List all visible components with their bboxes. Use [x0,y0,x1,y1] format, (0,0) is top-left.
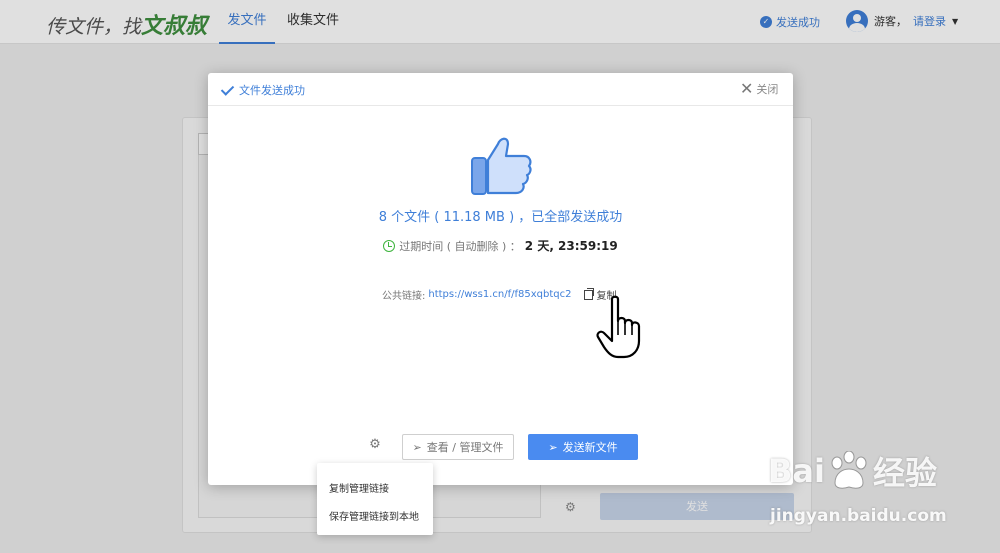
hand-pointer-icon [596,295,641,359]
watermark-url: jingyan.baidu.com [770,506,947,526]
manage-files-button[interactable]: ➢ 查看 / 管理文件 [402,434,514,460]
modal-title-text: 文件发送成功 [239,84,305,97]
clock-icon [383,239,396,252]
expire-label: 过期时间 ( 自动删除 ) ： [399,239,521,253]
expire-info: 过期时间 ( 自动删除 ) ： 2 天, 23:59:19 [208,237,793,254]
check-icon [222,84,234,96]
public-link-row: 公共链接: https://wss1.cn/f/f85xqbtqc2 复制 [382,287,616,302]
baidu-watermark: Bai 经验 [768,448,937,494]
manage-files-label: 查看 / 管理文件 [426,441,504,454]
modal-header: 文件发送成功 ✕ 关闭 [208,73,793,106]
close-icon: ✕ [740,79,754,98]
menu-item-save-manage-link[interactable]: 保存管理链接到本地 [329,508,419,523]
paper-plane-icon: ➢ [412,440,422,454]
paw-icon [831,451,867,489]
gear-icon[interactable]: ⚙ [368,438,382,452]
public-link-label: 公共链接: [382,291,426,302]
watermark-brand-cn: 经验 [872,454,937,492]
send-summary: 8 个文件 ( 11.18 MB ) ，已全部发送成功 [378,210,623,225]
thumbs-up-icon [471,137,532,195]
watermark-brand: Bai [768,452,825,490]
expire-value: 2 天, 23:59:19 [524,239,618,253]
close-label: 关闭 [756,83,779,96]
menu-item-copy-manage-link[interactable]: 复制管理链接 [329,480,389,495]
gear-dropdown-menu: 复制管理链接 保存管理链接到本地 [317,463,433,535]
send-new-files-label: 发送新文件 [562,441,618,454]
paper-plane-icon: ➢ [548,440,558,454]
public-link-url[interactable]: https://wss1.cn/f/f85xqbtqc2 [428,289,571,300]
send-new-files-button[interactable]: ➢ 发送新文件 [528,434,638,460]
close-button[interactable]: ✕ 关闭 [740,81,778,97]
send-success-modal: 文件发送成功 ✕ 关闭 8 个文件 ( 11.18 MB ) ，已全部发送成功 … [208,73,793,485]
modal-title: 文件发送成功 [222,82,305,98]
copy-icon [584,287,595,300]
